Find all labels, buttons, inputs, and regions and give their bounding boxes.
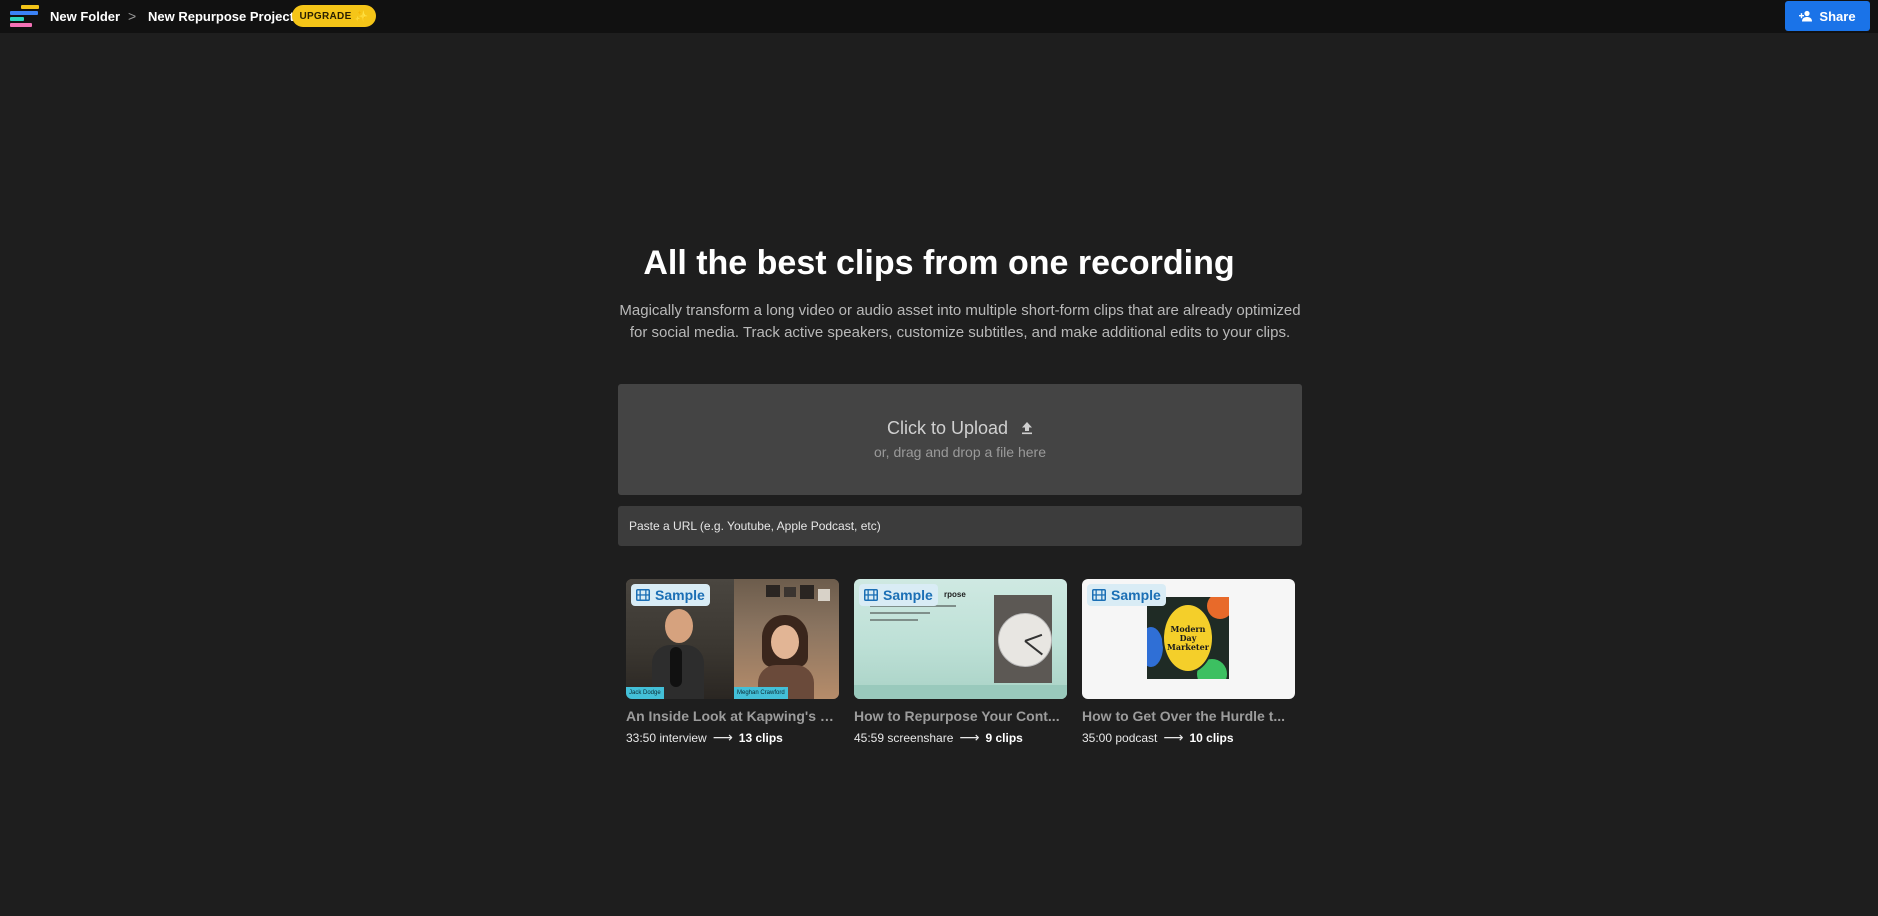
sample-badge-label: Sample (883, 587, 933, 603)
sample-duration-type: 35:00 podcast (1082, 730, 1158, 745)
upgrade-label: UPGRADE (299, 10, 352, 22)
sample-clip-count: 13 clips (738, 730, 783, 745)
wall-frames (766, 585, 832, 615)
sample-badge: Sample (631, 584, 710, 606)
breadcrumb-folder[interactable]: New Folder (50, 0, 120, 33)
upload-title-text: Click to Upload (886, 418, 1009, 438)
sample-meta: 33:50 interview ⟶ 13 clips (626, 729, 839, 746)
add-person-icon (1799, 10, 1813, 22)
arrow-right-icon: ⟶ (1163, 729, 1184, 745)
film-icon (636, 589, 650, 601)
sample-card-screenshare[interactable]: rpose Sample How to Repurpose Your Cont.… (854, 579, 1067, 746)
sample-thumbnail[interactable]: Modern Day Marketer Sample (1082, 579, 1295, 699)
slide-bullets (870, 605, 960, 621)
sample-title: How to Repurpose Your Cont... (854, 708, 1060, 724)
sample-badge-label: Sample (655, 587, 705, 603)
sample-clip-count: 10 clips (1189, 730, 1234, 745)
slide-image (994, 595, 1052, 683)
kapwing-logo-icon[interactable] (10, 5, 40, 27)
film-icon (1092, 589, 1106, 601)
sample-meta: 45:59 screenshare ⟶ 9 clips (854, 729, 1067, 746)
sample-card-interview[interactable]: Jack Dodge Meghan Crawford Sample An Ins… (626, 579, 839, 746)
sample-clip-count: 9 clips (985, 730, 1023, 745)
sample-title: An Inside Look at Kapwing's B... (626, 708, 839, 724)
upload-title: Click to Upload (618, 418, 1302, 439)
sparkle-icon: ✨ (354, 10, 369, 23)
arrow-right-icon: ⟶ (959, 729, 980, 745)
upload-subtitle: or, drag and drop a file here (873, 444, 1046, 460)
url-input[interactable] (618, 506, 1302, 546)
cover-word: Marketer (1167, 642, 1209, 652)
speaker-name-tag: Meghan Crawford (734, 687, 788, 699)
sample-duration-type: 33:50 interview (626, 730, 707, 745)
upload-dropzone[interactable]: Click to Upload or, drag and drop a file… (618, 384, 1302, 495)
top-bar: New Folder > New Repurpose Project UPGRA… (0, 0, 1878, 33)
sample-badge: Sample (1087, 584, 1166, 606)
sample-badge-label: Sample (1111, 587, 1161, 603)
sample-title: How to Get Over the Hurdle t... (1082, 708, 1286, 724)
sample-thumbnail[interactable]: Jack Dodge Meghan Crawford Sample (626, 579, 839, 699)
page-title: All the best clips from one recording (643, 244, 1235, 282)
subtitle-line-1: Magically transform a long video or audi… (619, 302, 1301, 319)
slide-bottom-bar (854, 685, 1067, 699)
sample-duration-type: 45:59 screenshare (854, 730, 954, 745)
upload-icon (1022, 422, 1033, 435)
share-button[interactable]: Share (1785, 1, 1870, 31)
sample-badge: Sample (859, 584, 938, 606)
page-subtitle: Magically transform a long video or audi… (600, 300, 1320, 344)
share-label: Share (1819, 8, 1856, 24)
upgrade-button[interactable]: UPGRADE ✨ (292, 5, 376, 27)
sample-meta: 35:00 podcast ⟶ 10 clips (1082, 729, 1295, 746)
arrow-right-icon: ⟶ (712, 729, 733, 745)
microphone (670, 647, 682, 687)
slide-heading: rpose (944, 590, 966, 599)
film-icon (864, 589, 878, 601)
speaker-name-tag: Jack Dodge (626, 687, 664, 699)
breadcrumb-project[interactable]: New Repurpose Project (148, 0, 294, 33)
podcast-cover: Modern Day Marketer (1147, 597, 1229, 679)
chevron-right-icon: > (128, 8, 137, 24)
subtitle-line-2: for social media. Track active speakers,… (629, 324, 1291, 341)
sample-thumbnail[interactable]: rpose Sample (854, 579, 1067, 699)
sample-card-podcast[interactable]: Modern Day Marketer Sample How to Get Ov… (1082, 579, 1295, 746)
cover-badge: Modern Day Marketer (1162, 603, 1214, 673)
